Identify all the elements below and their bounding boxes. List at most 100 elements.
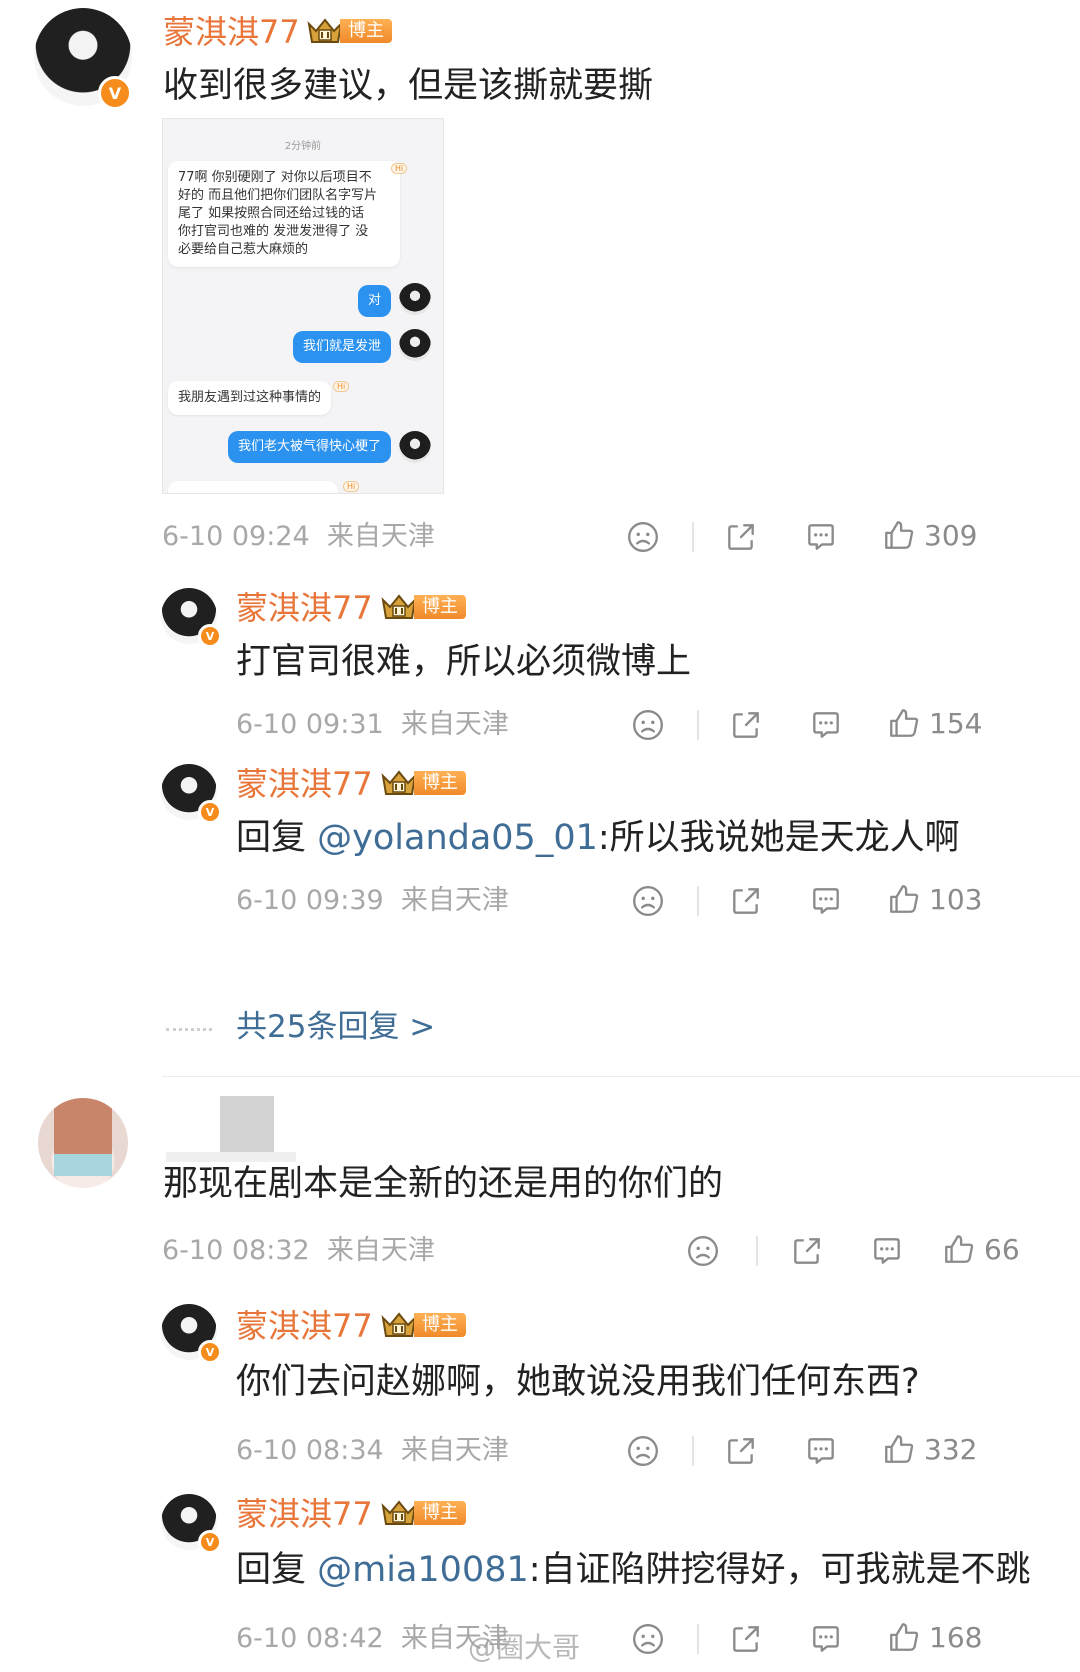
thumbs-up-icon — [887, 1620, 921, 1654]
hi-tag: Hi — [391, 163, 408, 174]
sad-face-icon[interactable] — [686, 1234, 720, 1268]
like-count: 103 — [929, 882, 983, 916]
sad-face-icon[interactable] — [626, 1434, 660, 1468]
chat-message-incoming: 我朋友遇到过这种事情的 — [168, 381, 332, 415]
mention-link[interactable]: @yolanda05_01 — [317, 818, 598, 858]
reply-actions: 154 — [631, 706, 986, 746]
thumbs-up-icon — [887, 882, 921, 916]
chat-message-incoming: 77啊 你别硬刚了 对你以后项目不 好的 而且他们把你们团队名字写片 尾了 如果按照… — [168, 161, 400, 267]
divider — [697, 710, 699, 740]
reply-text: 打官司很难，所以必须微博上 — [236, 642, 692, 682]
reply-author[interactable]: 蒙淇淇77 — [236, 1494, 373, 1534]
share-icon[interactable] — [729, 884, 763, 918]
reply-author[interactable]: 蒙淇淇77 — [236, 1306, 373, 1346]
mention-link[interactable]: @mia10081 — [317, 1550, 529, 1590]
like-count: 154 — [929, 706, 983, 740]
like-button[interactable]: 103 — [887, 882, 982, 916]
hi-tag: Hi — [343, 481, 360, 492]
post-meta: 6-10 09:24 来自天津 — [162, 520, 435, 554]
like-count: 66 — [984, 1232, 1020, 1266]
like-button[interactable]: 309 — [882, 518, 977, 552]
like-button[interactable]: 332 — [882, 1432, 977, 1466]
like-count: 168 — [929, 1620, 983, 1654]
watermark: @圈大哥 — [468, 1631, 581, 1664]
reply-location: 来自天津 — [400, 709, 509, 740]
thumbs-up-icon — [887, 706, 921, 740]
avatar[interactable] — [38, 1098, 128, 1188]
chat-message-incoming — [168, 481, 338, 493]
reply-meta: 6-10 08:34 来自天津 — [236, 1434, 509, 1468]
comment-location: 来自天津 — [326, 1235, 435, 1266]
sad-face-icon[interactable] — [631, 1622, 665, 1656]
share-icon[interactable] — [724, 520, 758, 554]
chat-screenshot[interactable]: 2分钟前 77啊 你别硬刚了 对你以后项目不 好的 而且他们把你们团队名字写片 尾了… — [162, 118, 444, 494]
redacted-username — [220, 1096, 274, 1152]
chat-message-outgoing: 我们就是发泄 — [292, 331, 391, 363]
chat-message-outgoing: 我们老大被气得快心梗了 — [227, 431, 391, 463]
reply-text: 回复 @yolanda05_01:所以我说她是天龙人啊 — [236, 818, 960, 858]
divider — [692, 522, 694, 552]
crown-icon — [380, 592, 418, 622]
comment-icon[interactable] — [804, 1434, 838, 1468]
reply-meta: 6-10 09:31 来自天津 — [236, 708, 509, 742]
like-button[interactable]: 154 — [887, 706, 982, 740]
post-location: 来自天津 — [326, 521, 435, 552]
sad-face-icon[interactable] — [631, 884, 665, 918]
crown-icon — [380, 768, 418, 798]
comment-meta: 6-10 08:32 来自天津 — [162, 1234, 435, 1268]
comment-icon[interactable] — [809, 1622, 843, 1656]
verified-icon: V — [198, 624, 222, 648]
divider — [692, 1436, 694, 1466]
thumbs-up-icon — [882, 518, 916, 552]
share-icon[interactable] — [790, 1234, 824, 1268]
share-icon[interactable] — [729, 708, 763, 742]
reply-actions: 168 — [631, 1620, 986, 1660]
dotted-line — [166, 1028, 212, 1031]
reply-time: 6-10 08:42 — [236, 1623, 384, 1654]
comment-icon[interactable] — [870, 1234, 904, 1268]
verified-icon: V — [98, 76, 132, 110]
sad-face-icon[interactable] — [631, 708, 665, 742]
reply-text: 你们去问赵娜啊，她敢说没用我们任何东西? — [236, 1362, 920, 1402]
chat-avatar — [399, 283, 431, 315]
blogger-badge: 博主 — [380, 592, 466, 622]
like-count: 332 — [924, 1432, 978, 1466]
thumbs-up-icon — [882, 1432, 916, 1466]
divider — [697, 1624, 699, 1654]
chat-avatar — [399, 431, 431, 463]
reply-location: 来自天津 — [400, 1435, 509, 1466]
comment-icon[interactable] — [809, 884, 843, 918]
hi-tag: Hi — [333, 381, 350, 392]
more-replies-link[interactable]: 共25条回复 > — [236, 1006, 435, 1048]
reply-time: 6-10 09:39 — [236, 885, 384, 916]
post-text: 收到很多建议，但是该撕就要撕 — [163, 66, 654, 106]
sad-face-icon[interactable] — [626, 520, 660, 554]
like-count: 309 — [924, 518, 978, 552]
comment-icon[interactable] — [804, 520, 838, 554]
reply-time: 6-10 09:31 — [236, 709, 384, 740]
like-button[interactable]: 66 — [942, 1232, 1020, 1266]
post-actions: 309 — [626, 518, 986, 558]
share-icon[interactable] — [729, 1622, 763, 1656]
verified-icon: V — [198, 1530, 222, 1554]
reply-meta: 6-10 09:39 来自天津 — [236, 884, 509, 918]
comment-divider — [162, 1076, 1080, 1077]
comment-icon[interactable] — [809, 708, 843, 742]
reply-text: 回复 @mia10081:自证陷阱挖得好，可我就是不跳 — [236, 1550, 1031, 1590]
post-author[interactable]: 蒙淇淇77 — [163, 12, 300, 52]
reply-actions: 332 — [626, 1432, 986, 1472]
redacted-username — [166, 1152, 296, 1162]
reply-author[interactable]: 蒙淇淇77 — [236, 588, 373, 628]
divider — [756, 1236, 758, 1266]
blogger-badge: 博主 — [380, 1498, 466, 1528]
verified-icon: V — [198, 1340, 222, 1364]
reply-author[interactable]: 蒙淇淇77 — [236, 764, 373, 804]
blogger-badge: 博主 — [380, 768, 466, 798]
crown-icon — [380, 1310, 418, 1340]
reply-location: 来自天津 — [400, 885, 509, 916]
like-button[interactable]: 168 — [887, 1620, 982, 1654]
chat-avatar — [399, 329, 431, 361]
crown-icon — [380, 1498, 418, 1528]
divider — [697, 886, 699, 916]
share-icon[interactable] — [724, 1434, 758, 1468]
